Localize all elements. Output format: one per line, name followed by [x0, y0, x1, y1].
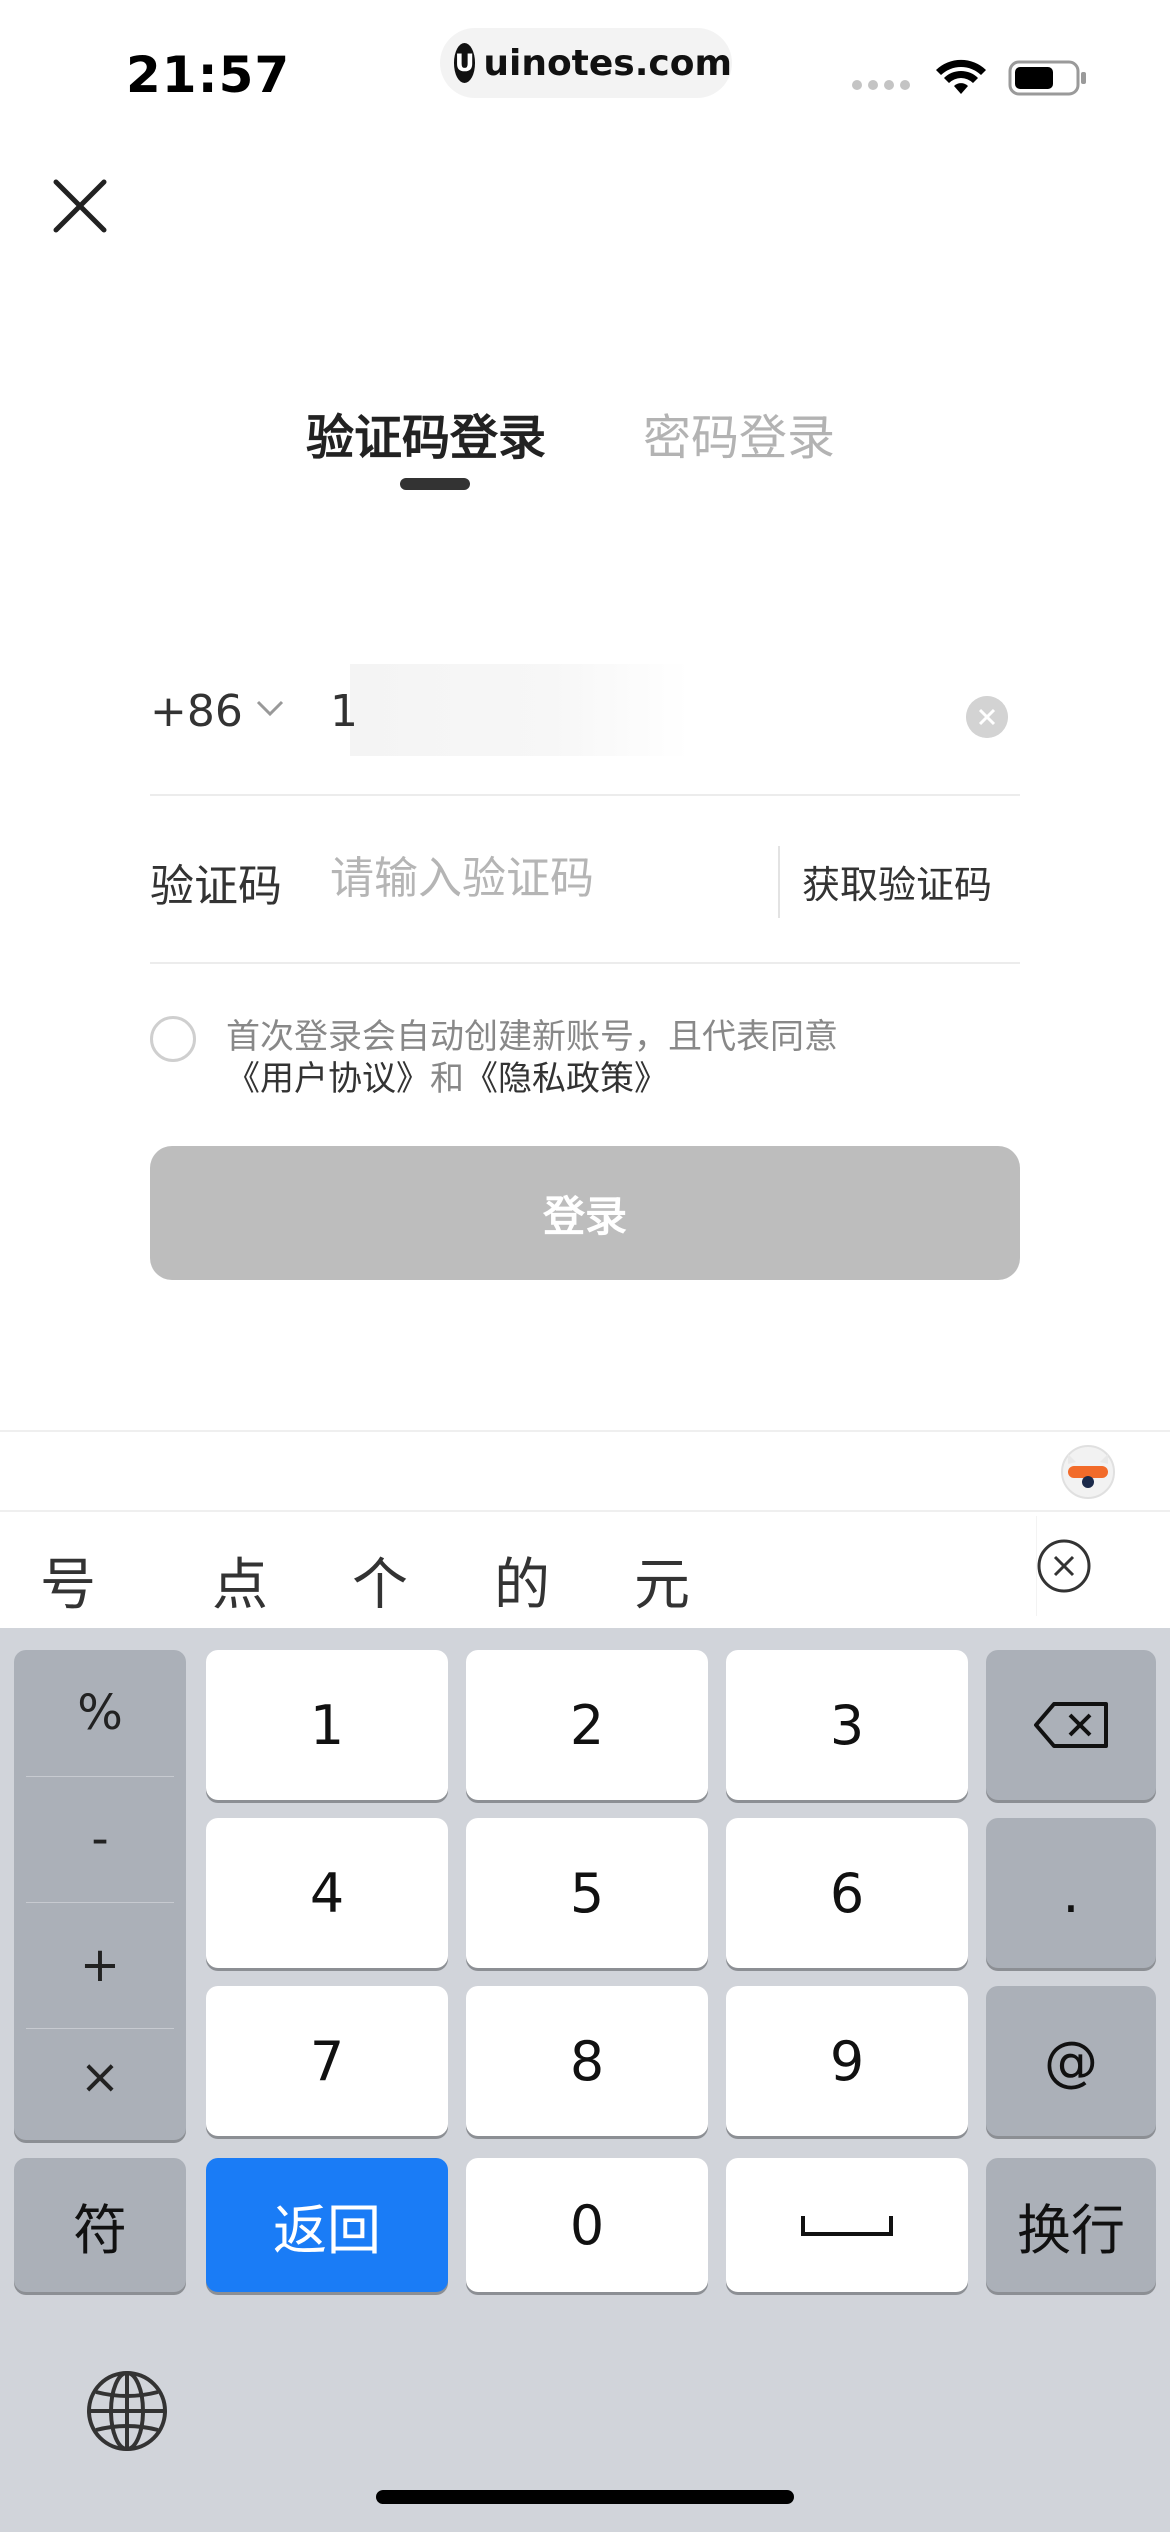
backspace-icon — [1034, 1702, 1108, 1748]
key-3[interactable]: 3 — [726, 1650, 968, 1800]
symbol-key[interactable]: 符 — [14, 2158, 186, 2292]
key-minus[interactable]: - — [14, 1776, 186, 1902]
agreement-prefix: 首次登录会自动创建新账号，且代表同意 — [226, 1017, 838, 1057]
login-button[interactable]: 登录 — [150, 1146, 1020, 1280]
signal-icon — [852, 80, 910, 90]
verification-code-field: 验证码 获取验证码 — [150, 796, 1020, 964]
get-code-button[interactable]: 获取验证码 — [802, 854, 992, 909]
code-label: 验证码 — [150, 861, 282, 912]
status-bar: 21:57 U uinotes.com — [0, 0, 1170, 140]
site-logo: U — [454, 43, 476, 83]
privacy-policy-link[interactable]: 《隐私政策》 — [464, 1059, 668, 1099]
key-8[interactable]: 8 — [466, 1986, 708, 2136]
candidate-word[interactable]: 个 — [352, 1540, 408, 1621]
key-plus[interactable]: + — [14, 1902, 186, 2028]
url-text: uinotes.com — [483, 42, 732, 84]
candidate-bar: 号 点 个 的 元 — [0, 1510, 1170, 1628]
user-agreement-link[interactable]: 《用户协议》 — [226, 1059, 430, 1099]
key-9[interactable]: 9 — [726, 1986, 968, 2136]
candidate-word[interactable]: 的 — [494, 1540, 550, 1621]
candidate-word[interactable]: 号 — [40, 1540, 96, 1621]
divider — [778, 846, 780, 918]
agreement-text: 首次登录会自动创建新账号，且代表同意《用户协议》和《隐私政策》 — [226, 1016, 1026, 1100]
return-key[interactable]: 返回 — [206, 2158, 448, 2292]
status-time: 21:57 — [126, 46, 291, 104]
key-multiply[interactable]: × — [14, 2014, 186, 2140]
key-0[interactable]: 0 — [466, 2158, 708, 2292]
candidate-word[interactable]: 点 — [212, 1540, 268, 1621]
battery-icon — [1008, 60, 1086, 96]
tab-code-login[interactable]: 验证码登录 — [306, 398, 546, 468]
key-6[interactable]: 6 — [726, 1818, 968, 1968]
key-dot[interactable]: . — [986, 1818, 1156, 1968]
wifi-icon — [936, 59, 986, 94]
chevron-down-icon[interactable] — [252, 690, 288, 726]
globe-icon[interactable] — [82, 2366, 172, 2456]
tab-password-login[interactable]: 密码登录 — [643, 398, 835, 468]
space-icon — [801, 2216, 893, 2236]
numeric-keyboard: % - + × 1 2 3 4 5 6 . 7 8 9 @ 符 返回 0 换行 — [0, 1628, 1170, 2532]
symbol-column: % - + × — [14, 1650, 186, 2140]
agreement-middle: 和 — [430, 1059, 464, 1099]
mascot-icon[interactable] — [1058, 1440, 1118, 1500]
country-code-selector[interactable]: +86 — [150, 686, 243, 737]
url-pill[interactable]: U uinotes.com — [440, 28, 732, 98]
keyboard-toolbar — [0, 1430, 1170, 1510]
phone-field: +86 1 — [150, 660, 1020, 796]
key-percent[interactable]: % — [14, 1650, 186, 1776]
key-at[interactable]: @ — [986, 1986, 1156, 2136]
agreement-checkbox[interactable] — [150, 1016, 196, 1062]
key-1[interactable]: 1 — [206, 1650, 448, 1800]
active-tab-indicator — [400, 478, 470, 490]
backspace-key[interactable] — [986, 1650, 1156, 1800]
newline-key[interactable]: 换行 — [986, 2158, 1156, 2292]
candidate-word[interactable]: 元 — [634, 1540, 690, 1621]
key-4[interactable]: 4 — [206, 1818, 448, 1968]
key-5[interactable]: 5 — [466, 1818, 708, 1968]
code-input[interactable] — [330, 846, 750, 910]
phone-redaction — [350, 664, 690, 756]
space-key[interactable] — [726, 2158, 968, 2292]
clear-input-icon[interactable] — [966, 696, 1008, 738]
close-icon[interactable] — [50, 176, 110, 236]
phone-input[interactable]: 1 — [330, 686, 358, 737]
key-2[interactable]: 2 — [466, 1650, 708, 1800]
candidate-close-icon[interactable] — [1036, 1538, 1092, 1594]
key-7[interactable]: 7 — [206, 1986, 448, 2136]
home-indicator — [376, 2490, 794, 2504]
